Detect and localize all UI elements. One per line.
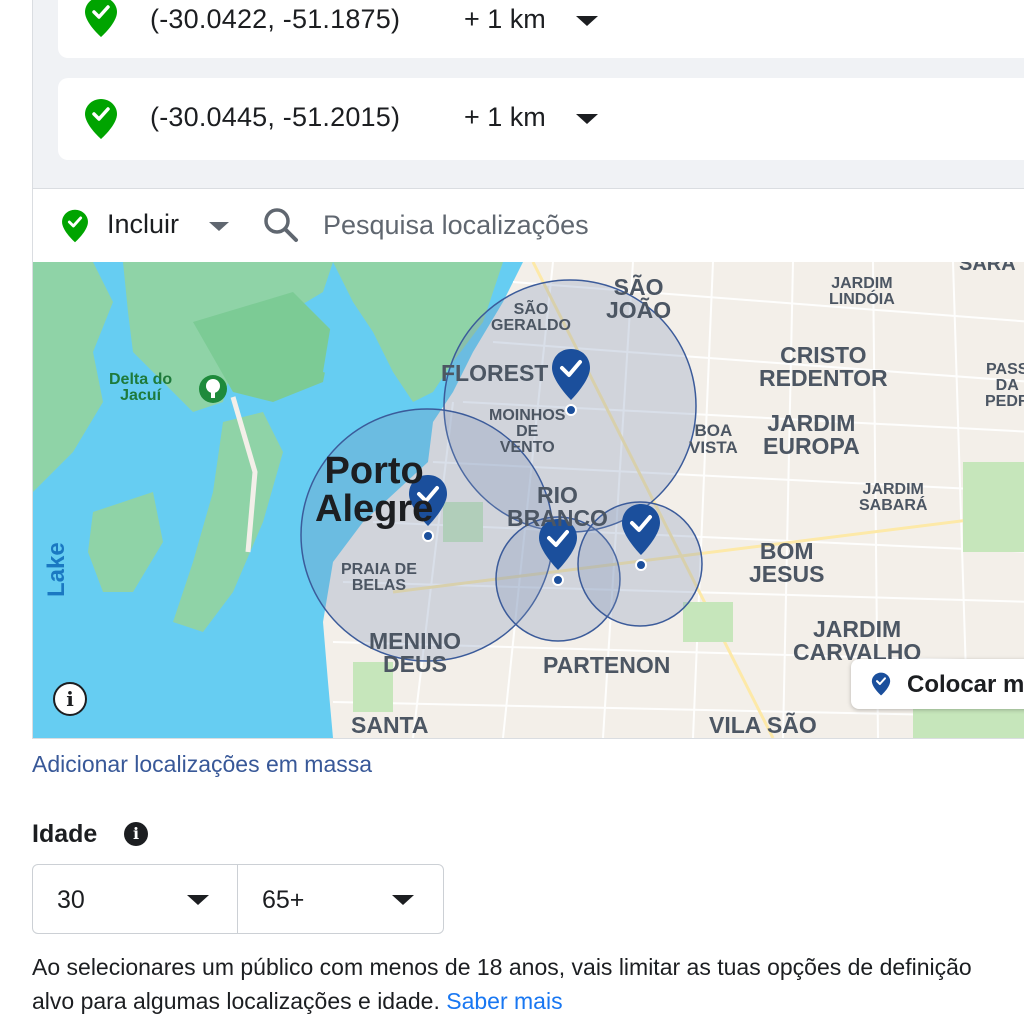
include-dropdown[interactable]: Incluir <box>107 209 179 240</box>
search-locations-input[interactable] <box>323 203 923 247</box>
chevron-down-icon <box>187 895 209 905</box>
age-title: Idade <box>32 820 98 848</box>
map-label-partenon: PARTENON <box>543 652 671 678</box>
radius-dropdown-icon[interactable] <box>576 114 598 124</box>
include-pin-icon <box>62 209 88 243</box>
location-coordinates: (-30.0422, -51.1875) <box>150 4 401 34</box>
map[interactable]: Delta do Jacuí Lake SÃO GERALDO SÃO JOÃO… <box>32 262 1024 739</box>
map-label-rio-branco: RIO BRANCO <box>507 482 608 531</box>
map-label-moinhos: MOINHOS DE VENTO <box>489 407 566 456</box>
bulk-add-locations-link[interactable]: Adicionar localizações em massa <box>32 751 372 778</box>
map-label-lake: Lake <box>43 542 70 597</box>
map-pin-icon[interactable] <box>621 503 661 573</box>
chevron-down-icon <box>392 895 414 905</box>
map-label-praia-belas: PRAIA DE BELAS <box>341 561 417 594</box>
map-label-delta: Delta do Jacuí <box>109 371 173 404</box>
drop-pin-button[interactable]: Colocar m <box>851 659 1024 709</box>
map-label-porto-alegre: Porto Alegre <box>315 450 434 530</box>
location-pin-icon <box>85 99 117 139</box>
disclaimer-text: alvo para algumas localizações e idade. <box>32 988 440 1014</box>
map-label-jardim-europa: JARDIM EUROPA <box>763 410 860 459</box>
location-row[interactable]: (-30.0445, -51.2015) + 1 km <box>58 78 1024 160</box>
search-icon <box>264 208 298 242</box>
map-label-sarandi: SARA <box>959 262 1016 275</box>
info-icon[interactable]: i <box>124 822 148 846</box>
location-search-bar: Incluir <box>32 188 1024 263</box>
location-row[interactable]: (-30.0422, -51.1875) + 1 km <box>58 0 1024 58</box>
age-min-select[interactable]: 30 <box>32 864 238 934</box>
drop-pin-icon <box>871 672 891 696</box>
age-max-select[interactable]: 65+ <box>237 864 444 934</box>
map-info-icon[interactable]: i <box>53 682 87 716</box>
map-label-sao-geraldo: SÃO GERALDO <box>491 301 571 334</box>
map-label-cristo-redentor: CRISTO REDENTOR <box>759 342 888 391</box>
map-label-santa: SANTA <box>351 712 429 738</box>
age-min-value: 30 <box>57 886 85 914</box>
map-label-boa-vista: BOA VISTA <box>689 421 738 457</box>
map-label-sao-joao: SÃO JOÃO <box>606 274 672 323</box>
map-label-jardim-lindoia: JARDIM LINDÓIA <box>829 275 895 308</box>
map-label-jardim-sabara: JARDIM SABARÁ <box>859 481 928 514</box>
location-radius[interactable]: + 1 km <box>464 4 546 35</box>
map-label-floresta: FLOREST <box>441 360 549 386</box>
radius-dropdown-icon[interactable] <box>576 16 598 26</box>
location-coordinates: (-30.0445, -51.2015) <box>150 102 401 132</box>
learn-more-link[interactable]: Saber mais <box>446 988 562 1014</box>
map-label-bom-jesus: BOM JESUS <box>749 538 825 587</box>
map-label-passo: PASS DA PEDR <box>985 361 1024 410</box>
map-label-menino-deus: MENINO DEUS <box>369 628 461 677</box>
age-disclaimer: Ao selecionares um público com menos de … <box>32 950 1024 1018</box>
disclaimer-line-2: alvo para algumas localizações e idade. … <box>32 984 1024 1018</box>
location-radius[interactable]: + 1 km <box>464 102 546 133</box>
map-label-vila-sao: VILA SÃO <box>709 712 817 738</box>
include-chevron-down-icon[interactable] <box>209 222 229 231</box>
disclaimer-line-1: Ao selecionares um público com menos de … <box>32 954 972 980</box>
map-label-jardim-carvalho: JARDIM CARVALHO <box>793 616 922 665</box>
age-max-value: 65+ <box>262 886 305 914</box>
drop-pin-label: Colocar m <box>907 671 1024 698</box>
location-pin-icon <box>85 0 117 37</box>
